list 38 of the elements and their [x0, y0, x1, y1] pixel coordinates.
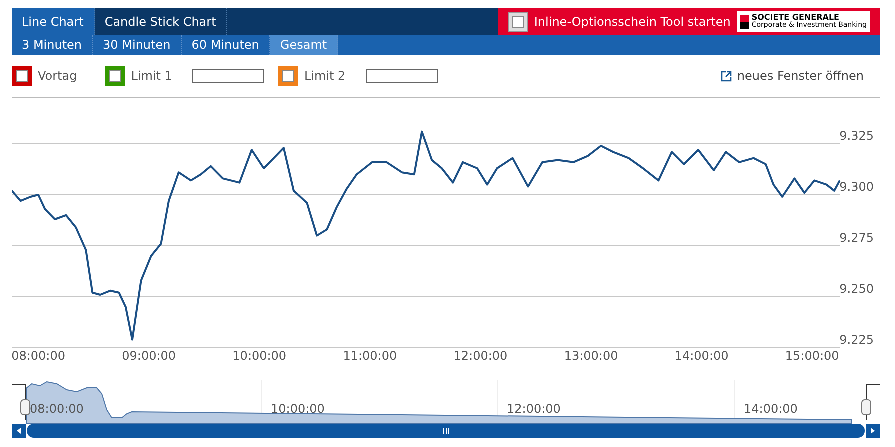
line-label: Vortag [38, 68, 78, 85]
limit-field[interactable] [192, 69, 264, 83]
x-tick-label: 11:00:00 [343, 349, 398, 363]
range-tab[interactable]: Gesamt [270, 35, 338, 55]
new-window-link[interactable]: neues Fenster öffnen [721, 67, 864, 85]
checkbox[interactable] [12, 66, 32, 86]
line-label: Limit 2 [304, 68, 346, 85]
checkbox[interactable] [105, 66, 126, 86]
x-tick-label: 13:00:00 [564, 349, 618, 363]
x-tick-label: 14:00:00 [674, 349, 729, 363]
navigator-time-label: 10:00:00 [271, 402, 325, 416]
x-tick-label: 09:00:00 [122, 349, 176, 363]
x-tick-label: 15:00:00 [785, 349, 840, 363]
navigator-time-label: 14:00:00 [744, 402, 798, 416]
y-tick-label: 9.325 [840, 129, 874, 143]
left-arrow-icon [17, 428, 21, 434]
promo-label[interactable]: Inline-Optionsschein Tool starten [534, 12, 731, 30]
y-tick-label: 9.300 [840, 180, 874, 194]
navigator-time-label: 08:00:00 [30, 402, 84, 416]
checkbox[interactable] [508, 12, 528, 32]
logo-mark-icon [740, 14, 749, 28]
y-tick-label: 9.250 [840, 282, 874, 296]
x-tick-label: 10:00:00 [232, 349, 287, 363]
grip-icon [442, 428, 450, 434]
line-label: Limit 1 [131, 68, 172, 85]
logo-name: SOCIETE GENERALE [752, 14, 840, 22]
x-tick-label: 08:00:00 [12, 349, 66, 363]
external-link-icon [721, 70, 732, 82]
right-arrow-icon [871, 428, 875, 434]
scroll-left-button[interactable] [12, 424, 26, 438]
scroll-right-button[interactable] [866, 424, 880, 438]
y-tick-label: 9.225 [840, 333, 874, 347]
limit-field[interactable] [366, 69, 438, 83]
chart-tab[interactable]: Line Chart [12, 8, 95, 35]
x-tick-label: 12:00:00 [454, 349, 508, 363]
checkbox[interactable] [278, 66, 298, 86]
navigator-time-label: 12:00:00 [507, 402, 561, 416]
y-tick-label: 9.275 [840, 231, 874, 245]
